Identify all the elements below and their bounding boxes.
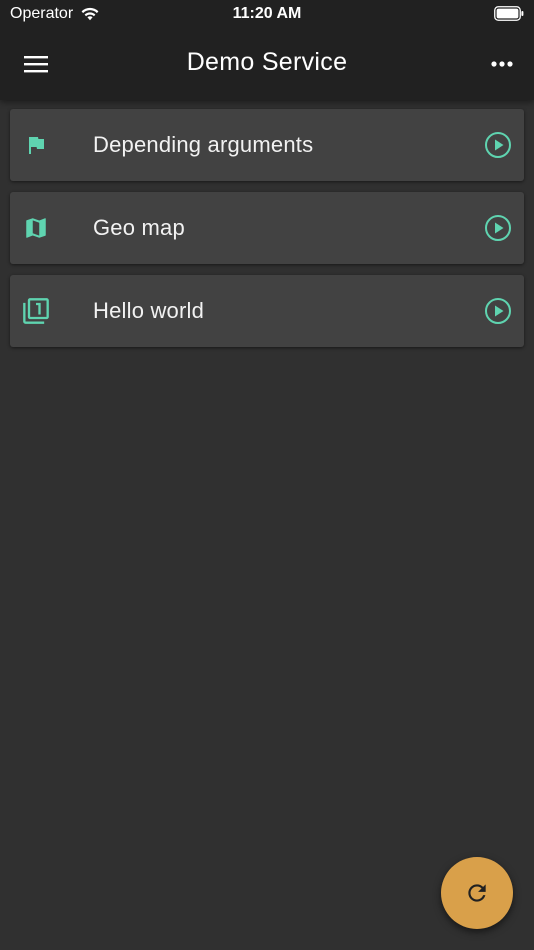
service-item-depending-arguments[interactable]: Depending arguments bbox=[10, 109, 524, 181]
battery-icon bbox=[494, 6, 524, 21]
status-time: 11:20 AM bbox=[232, 5, 302, 22]
service-item-geo-map[interactable]: Geo map bbox=[10, 192, 524, 264]
play-circle-icon[interactable] bbox=[484, 131, 512, 159]
menu-button[interactable] bbox=[16, 44, 56, 84]
service-item-label: Hello world bbox=[93, 298, 205, 323]
page-title: Demo Service bbox=[186, 47, 348, 76]
flag-icon bbox=[22, 131, 50, 159]
service-item-label: Depending arguments bbox=[93, 132, 314, 157]
service-item-label: Geo map bbox=[93, 215, 185, 240]
map-icon bbox=[22, 214, 50, 242]
filter-1-icon bbox=[22, 297, 50, 325]
refresh-icon bbox=[468, 884, 486, 902]
app-bar: Demo Service bbox=[0, 28, 534, 100]
more-options-button[interactable] bbox=[482, 44, 522, 84]
refresh-button[interactable] bbox=[441, 857, 513, 929]
status-bar: Operator 11:20 AM bbox=[0, 0, 534, 28]
header: Operator 11:20 AM Demo Service bbox=[0, 0, 534, 100]
hamburger-menu-icon bbox=[24, 56, 48, 73]
app-screen: Operator 11:20 AM Demo Service Depending… bbox=[0, 0, 534, 950]
service-list: Depending arguments Geo map Hello world bbox=[10, 109, 524, 358]
service-item-hello-world[interactable]: Hello world bbox=[10, 275, 524, 347]
play-circle-icon[interactable] bbox=[484, 297, 512, 325]
play-circle-icon[interactable] bbox=[484, 214, 512, 242]
more-horizontal-icon bbox=[491, 61, 513, 67]
